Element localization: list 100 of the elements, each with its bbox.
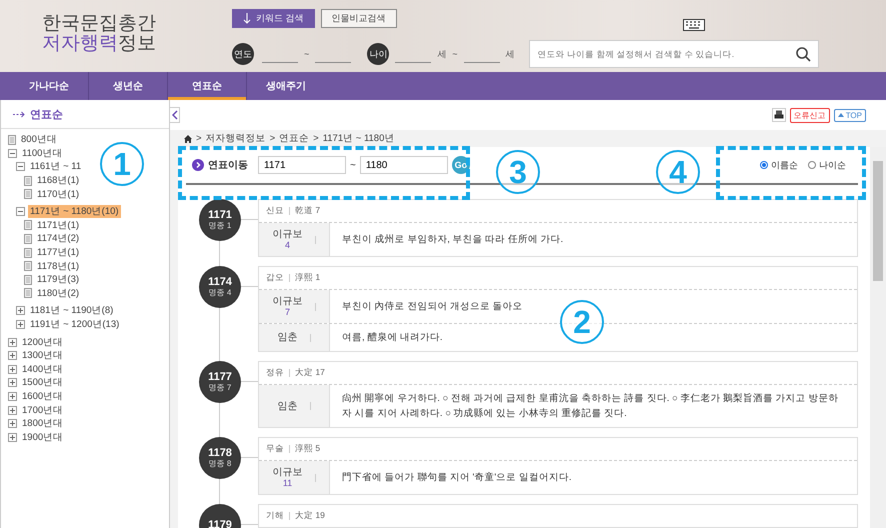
expand-icon[interactable] xyxy=(8,364,17,374)
event-text: 여름, 醴泉에 내려가다. xyxy=(342,331,443,345)
range-separator: ~ xyxy=(304,49,310,59)
tree-item[interactable]: 1177년(1) xyxy=(35,246,82,260)
range-separator: ~ xyxy=(452,49,458,59)
breadcrumb-link[interactable]: 저자행력정보 xyxy=(206,132,266,145)
to-year-field[interactable]: 1180 xyxy=(360,156,448,174)
tree-item[interactable]: 1170년(1) xyxy=(35,188,82,201)
ganji-label: 정유 xyxy=(266,367,284,379)
search-mode-tab[interactable]: 키워드 검색 xyxy=(232,9,315,28)
age-label: 나이 xyxy=(367,43,390,65)
age-unit: 세 xyxy=(506,48,515,60)
radio-label[interactable]: 이름순 xyxy=(771,158,798,172)
tree-item[interactable]: 1600년대 xyxy=(20,390,66,403)
site-logo[interactable]: 한국문집총간 저자행력 정보 xyxy=(0,0,232,72)
tree-item[interactable]: 1179년(3) xyxy=(35,273,82,286)
expand-icon[interactable] xyxy=(8,338,17,347)
nav-tab[interactable]: 생애주기 xyxy=(247,72,325,100)
down-arrow-icon xyxy=(243,13,251,24)
radio-button[interactable] xyxy=(760,161,768,169)
event-text: 부친이 成州로 부임하자, 부친을 따라 任所에 가다. xyxy=(342,233,564,247)
radio-label[interactable]: 나이순 xyxy=(819,158,846,172)
document-icon xyxy=(24,176,32,186)
year-badge: 1177 명종 7 xyxy=(199,361,241,403)
document-icon xyxy=(24,248,32,258)
age-count: 4 xyxy=(284,240,290,250)
author-name[interactable]: 이규보 xyxy=(272,296,302,307)
tree-item[interactable]: 1300년대 xyxy=(20,349,66,362)
tree-item[interactable]: 1181년 ~ 1190년(8) xyxy=(28,304,116,318)
tree-item[interactable]: 1161년 ~ 11 xyxy=(28,160,84,174)
tree-item[interactable]: 1400년대 xyxy=(20,362,66,376)
expand-icon[interactable] xyxy=(8,419,17,428)
author-name[interactable]: 이규보 xyxy=(272,229,302,240)
expand-icon[interactable] xyxy=(8,392,17,401)
expand-icon[interactable] xyxy=(8,378,17,388)
event-text: 尙州 開寧에 우거하다. ○ 전해 과거에 급제한 皇甫沆을 축하하는 詩를 짓다. ○ 李仁老가 鵝梨旨酒를 가지고 방문하자 시를 지어 사례하다. ○ 功成縣에 있는 小林寺의 重修記를 짓다. xyxy=(342,392,840,421)
year-badge: 1178 명종 8 xyxy=(199,437,241,479)
home-icon[interactable] xyxy=(184,134,192,142)
tree-item[interactable]: 1700년대 xyxy=(20,404,66,417)
report-error-button[interactable]: 오류신고 xyxy=(790,108,830,122)
breadcrumb-link[interactable]: 연표순 xyxy=(279,132,310,145)
ganji-label: 기해 xyxy=(266,510,284,522)
expand-icon[interactable] xyxy=(8,351,17,360)
document-icon xyxy=(24,234,32,244)
callout-number: 4 xyxy=(656,150,700,194)
tree-item[interactable]: 800년대 xyxy=(19,133,59,146)
nav-tab[interactable]: 가나다순 xyxy=(10,72,89,100)
author-name[interactable]: 임춘 xyxy=(278,400,298,412)
expand-icon[interactable] xyxy=(8,432,17,442)
tree-item[interactable]: 1200년대 xyxy=(20,336,66,349)
tree-item[interactable]: 1178년(1) xyxy=(35,260,82,273)
search-mode-tab[interactable]: 인물비교검색 xyxy=(320,9,397,28)
callout-number: 3 xyxy=(496,150,540,194)
tree-item[interactable]: 1168년(1) xyxy=(35,174,82,188)
year-badge: 1171 명종 1 xyxy=(199,199,241,241)
document-icon xyxy=(24,274,32,285)
tree-item[interactable]: 1900년대 xyxy=(20,430,66,444)
breadcrumb-separator: > xyxy=(313,133,319,144)
tree-item[interactable]: 1180년(2) xyxy=(35,286,82,300)
year-label: 연도 xyxy=(232,43,254,65)
document-icon xyxy=(24,261,32,272)
tree-item[interactable]: 1800년대 xyxy=(20,417,66,430)
arrow-icon xyxy=(13,110,25,118)
print-icon[interactable] xyxy=(772,108,786,122)
collapse-icon[interactable] xyxy=(16,207,25,216)
chevron-icon xyxy=(192,159,204,171)
search-field[interactable]: 연도와 나이를 함께 설정해서 검색할 수 있습니다. xyxy=(528,40,819,68)
jump-label: 연표이동 xyxy=(208,159,248,172)
search-icon[interactable] xyxy=(794,46,811,62)
document-icon xyxy=(24,288,32,298)
author-name[interactable]: 임춘 xyxy=(278,332,298,343)
tree-item[interactable]: 1500년대 xyxy=(20,376,66,390)
expand-icon[interactable] xyxy=(16,306,25,316)
keyboard-icon[interactable] xyxy=(683,19,705,31)
range-separator: ~ xyxy=(350,160,356,170)
ganji-label: 무술 xyxy=(266,443,284,455)
tree-item[interactable]: 1191년 ~ 1200년(13) xyxy=(28,318,122,332)
from-year-field[interactable]: 1171 xyxy=(258,156,346,174)
collapse-button[interactable] xyxy=(170,107,180,123)
era-label: 大定 17 xyxy=(295,367,325,379)
nav-tab[interactable]: 생년순 xyxy=(89,72,168,100)
expand-icon[interactable] xyxy=(16,320,25,330)
event-text: 門下省에 들어가 聯句를 지어 '奇童'으로 일컬어지다. xyxy=(342,471,572,485)
document-icon xyxy=(24,220,32,230)
nav-tab[interactable]: 연표순 xyxy=(168,72,247,100)
year-badge: 1174 명종 4 xyxy=(199,266,241,308)
tree-item[interactable]: 1100년대 xyxy=(20,146,64,160)
collapse-icon[interactable] xyxy=(8,148,17,158)
callout-number: 2 xyxy=(560,300,604,344)
radio-button[interactable] xyxy=(808,161,816,169)
sidebar-title: 연표순 xyxy=(30,108,63,122)
ganji-label: 신묘 xyxy=(266,205,284,217)
top-button[interactable]: TOP xyxy=(834,108,866,122)
era-label: 乾道 7 xyxy=(295,205,320,217)
author-name[interactable]: 이규보 xyxy=(272,467,302,478)
collapse-icon[interactable] xyxy=(16,162,25,172)
tree-item[interactable]: 1171년 ~ 1180년(10) xyxy=(28,205,121,218)
expand-icon[interactable] xyxy=(8,406,17,415)
tree-item[interactable]: 1174년(2) xyxy=(35,232,82,246)
tree-item[interactable]: 1171년(1) xyxy=(35,218,82,232)
